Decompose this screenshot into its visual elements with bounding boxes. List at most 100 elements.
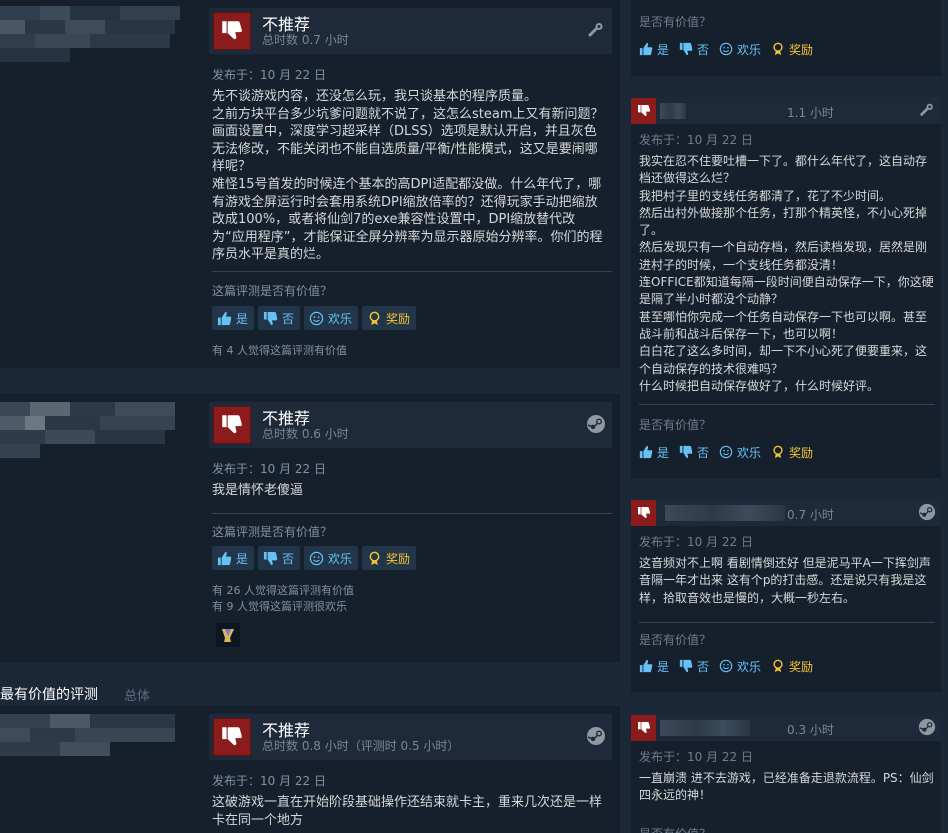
vote-buttons: 是 否 欢乐 奖励 (212, 546, 417, 570)
review-text: 这破游戏一直在开始阶段基础操作还结束就卡主，重来几次还是一样卡在同一个地方 (212, 795, 603, 828)
smile-icon (719, 42, 733, 56)
review-card: 不推荐 总时数 0.8 小时（评测时 0.5 小时） 发布于：10 月 22 日… (0, 706, 620, 833)
thumbs-down-icon (213, 12, 251, 50)
award-button[interactable]: 奖励 (771, 442, 813, 462)
vote-yes-button[interactable]: 是 (639, 442, 669, 462)
smile-icon (719, 659, 733, 673)
vote-funny-button[interactable]: 欢乐 (719, 442, 761, 462)
review-hours: 0.3 小时 (787, 723, 834, 737)
award-button[interactable]: 奖励 (362, 306, 417, 330)
review-date: 发布于：10 月 22 日 (639, 133, 753, 147)
vote-yes-label: 是 (657, 659, 670, 674)
avatar[interactable] (0, 714, 185, 770)
vote-buttons: 是 否 欢乐 奖励 (212, 306, 417, 330)
funny-count: 有 9 人觉得这篇评测很欢乐 (212, 600, 347, 613)
vote-yes-button[interactable]: 是 (212, 306, 255, 330)
vote-funny-button[interactable]: 欢乐 (719, 656, 761, 676)
medal-icon (771, 659, 785, 673)
award-button[interactable]: 奖励 (362, 546, 417, 570)
gear-icon[interactable] (918, 101, 936, 119)
review-hours: 1.1 小时 (787, 106, 834, 120)
review-header: 0.7 小时 (631, 500, 941, 526)
vote-no-label: 否 (697, 445, 710, 460)
thumbs-up-icon (639, 42, 653, 56)
avatar[interactable] (0, 402, 185, 458)
divider (212, 271, 612, 272)
review-date: 发布于：10 月 22 日 (212, 462, 326, 476)
review-hours: 总时数 0.8 小时（评测时 0.5 小时） (262, 739, 460, 753)
vote-funny-label: 欢乐 (328, 551, 353, 566)
award-badge[interactable] (216, 623, 240, 647)
thumbs-down-icon (679, 445, 693, 459)
award-button[interactable]: 奖励 (771, 39, 813, 59)
smile-icon (719, 445, 733, 459)
thumbs-down-icon (213, 406, 251, 444)
helpful-question: 是否有价值？ (639, 633, 712, 647)
review-card: 是否有价值？ 是 否 欢乐 奖励 (631, 0, 941, 76)
vote-buttons: 是 否 欢乐 奖励 (639, 39, 813, 59)
vote-no-label: 否 (697, 659, 710, 674)
vote-buttons: 是 否 欢乐 奖励 (639, 656, 813, 676)
review-date: 发布于：10 月 22 日 (639, 750, 753, 764)
review-date: 发布于：10 月 22 日 (212, 774, 326, 788)
vote-yes-button[interactable]: 是 (212, 546, 255, 570)
vote-yes-button[interactable]: 是 (639, 656, 669, 676)
vote-no-button[interactable]: 否 (679, 442, 709, 462)
section-title: 最有价值的评测 (0, 687, 98, 703)
review-date: 发布于：10 月 22 日 (639, 535, 753, 549)
vote-buttons: 是 否 欢乐 奖励 (639, 442, 813, 462)
section-subtitle[interactable]: 总体 (124, 685, 150, 704)
vote-yes-label: 是 (236, 311, 249, 326)
thumbs-up-icon (217, 311, 232, 326)
username[interactable] (665, 505, 785, 521)
vote-no-button[interactable]: 否 (679, 39, 709, 59)
vote-no-button[interactable]: 否 (258, 546, 301, 570)
steam-icon[interactable] (586, 726, 606, 746)
review-hours: 总时数 0.6 小时 (262, 427, 349, 441)
vote-no-button[interactable]: 否 (679, 656, 709, 676)
review-header: 不推荐 总时数 0.8 小时（评测时 0.5 小时） (209, 714, 612, 760)
review-card: 1.1 小时 发布于：10 月 22 日 我实在忍不住要吐槽一下了。都什么年代了… (631, 98, 941, 478)
vote-no-button[interactable]: 否 (258, 306, 301, 330)
vote-yes-button[interactable]: 是 (639, 39, 669, 59)
steam-icon[interactable] (918, 503, 936, 521)
award-badge-icon (222, 629, 234, 642)
helpful-count: 有 4 人觉得这篇评测有价值 (212, 344, 347, 357)
award-label: 奖励 (789, 659, 814, 674)
vote-no-label: 否 (282, 311, 295, 326)
thumbs-down-icon (679, 659, 693, 673)
username[interactable] (660, 103, 686, 119)
vote-yes-label: 是 (236, 551, 249, 566)
thumbs-down-icon (631, 98, 656, 124)
review-card: 0.7 小时 发布于：10 月 22 日 这音频对不上啊 看剧情倒还好 但是泥马… (631, 500, 941, 692)
vote-funny-button[interactable]: 欢乐 (304, 306, 359, 330)
steam-icon[interactable] (586, 414, 606, 434)
helpful-question: 是否有价值？ (639, 15, 712, 29)
review-text: 我是情怀老傻逼 (212, 483, 304, 498)
award-label: 奖励 (789, 445, 814, 460)
vote-funny-label: 欢乐 (737, 42, 762, 57)
helpful-question: 这篇评测是否有价值？ (212, 284, 333, 298)
steam-icon[interactable] (918, 718, 936, 736)
thumbs-up-icon (639, 659, 653, 673)
review-card: 不推荐 总时数 0.6 小时 发布于：10 月 22 日 我是情怀老傻逼 这篇评… (0, 394, 620, 662)
review-text: 我实在忍不住要吐槽一下了。都什么年代了，这自动存档还做得这么烂？ 我把村子里的支… (639, 154, 934, 393)
avatar[interactable] (0, 6, 185, 62)
review-header: 不推荐 总时数 0.6 小时 (209, 402, 612, 448)
gear-icon[interactable] (586, 20, 606, 40)
thumbs-down-icon (213, 718, 251, 756)
divider (639, 622, 935, 623)
smile-icon (309, 551, 324, 566)
vote-no-label: 否 (282, 551, 295, 566)
divider (212, 513, 612, 514)
award-label: 奖励 (386, 551, 411, 566)
vote-funny-button[interactable]: 欢乐 (304, 546, 359, 570)
smile-icon (309, 311, 324, 326)
medal-icon (771, 445, 785, 459)
review-header: 不推荐 总时数 0.7 小时 (209, 8, 612, 54)
divider (639, 404, 935, 405)
username[interactable] (660, 720, 750, 736)
review-text: 一直崩溃 进不去游戏，已经准备走退款流程。PS：仙剑四永远的神！ (639, 771, 934, 803)
vote-funny-button[interactable]: 欢乐 (719, 39, 761, 59)
award-button[interactable]: 奖励 (771, 656, 813, 676)
